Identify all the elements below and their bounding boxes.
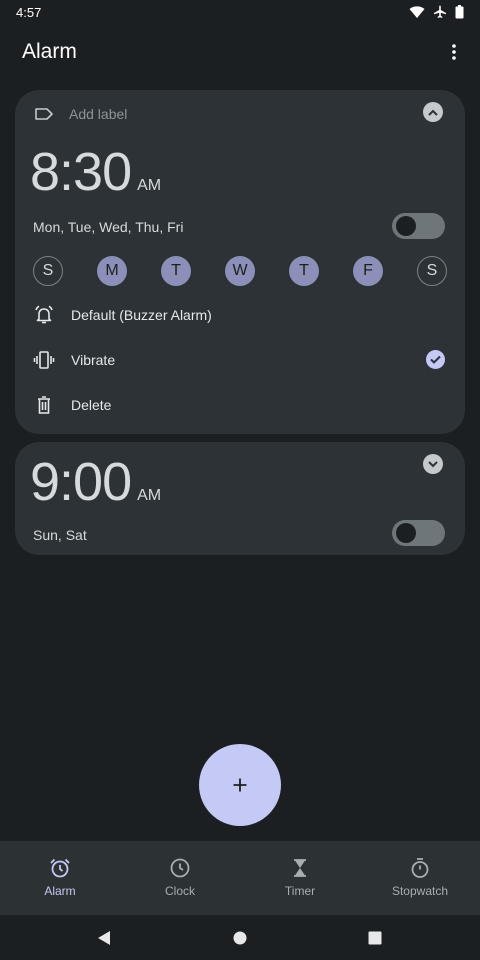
nav-item-timer[interactable]: Timer <box>240 841 360 915</box>
alarm-time-value: 8:30 <box>30 142 132 202</box>
nav-item-clock[interactable]: Clock <box>120 841 240 915</box>
alarm-time[interactable]: 9:00 AM <box>30 452 161 512</box>
alarm-toggle[interactable] <box>392 520 445 546</box>
repeat-days-summary: Sun, Sat <box>33 527 87 543</box>
home-icon[interactable] <box>233 930 247 946</box>
alarm-ampm: AM <box>137 487 162 504</box>
day-chip-monday[interactable]: M <box>97 256 127 286</box>
app-bar: Alarm <box>0 30 480 74</box>
status-time: 4:57 <box>16 4 42 20</box>
hourglass-icon <box>294 859 306 877</box>
add-label-button[interactable]: Add label <box>35 102 127 126</box>
alarm-time[interactable]: 8:30 AM <box>30 142 161 202</box>
day-chip-saturday[interactable]: S <box>417 256 447 286</box>
collapse-button[interactable] <box>423 102 443 122</box>
back-icon[interactable] <box>97 930 111 946</box>
status-icons <box>409 5 464 19</box>
more-vert-icon <box>452 44 456 60</box>
alarm-card[interactable]: Add label 8:30 AM Mon, Tue, Wed, Thu, Fr… <box>15 90 465 434</box>
alarm-card[interactable]: 9:00 AM Sun, Sat <box>15 442 465 555</box>
delete-label: Delete <box>71 397 112 413</box>
ringtone-label: Default (Buzzer Alarm) <box>71 307 212 323</box>
nav-label: Timer <box>284 884 316 898</box>
bell-icon <box>35 305 53 324</box>
plus-icon <box>233 778 247 792</box>
battery-icon <box>455 5 464 19</box>
day-chip-tuesday[interactable]: T <box>161 256 191 286</box>
check-icon <box>430 355 441 364</box>
system-navigation-bar <box>0 915 480 960</box>
chevron-down-icon <box>428 460 438 467</box>
alarm-time-value: 9:00 <box>30 452 132 512</box>
toggle-knob <box>396 523 416 543</box>
chevron-up-icon <box>428 109 438 116</box>
add-alarm-button[interactable] <box>199 744 281 826</box>
day-chip-thursday[interactable]: T <box>289 256 319 286</box>
vibrate-checkbox[interactable] <box>426 350 445 369</box>
vibrate-option[interactable]: Vibrate <box>33 348 115 372</box>
day-chip-friday[interactable]: F <box>353 256 383 286</box>
clock-icon <box>170 858 190 878</box>
airplane-icon <box>434 5 446 18</box>
status-bar: 4:57 <box>0 0 480 24</box>
ringtone-option[interactable]: Default (Buzzer Alarm) <box>33 303 212 327</box>
nav-label: Stopwatch <box>391 884 449 898</box>
bottom-navigation: Alarm Clock Timer Stopwatch <box>0 841 480 915</box>
wifi-icon <box>409 6 425 18</box>
nav-item-stopwatch[interactable]: Stopwatch <box>360 841 480 915</box>
day-chip-wednesday[interactable]: W <box>225 256 255 286</box>
label-icon <box>35 108 53 120</box>
label-placeholder: Add label <box>69 106 128 122</box>
nav-label: Alarm <box>44 884 76 898</box>
nav-item-alarm[interactable]: Alarm <box>0 841 120 915</box>
alarm-ampm: AM <box>137 177 162 194</box>
day-chip-sunday[interactable]: S <box>33 256 63 286</box>
page-title: Alarm <box>22 40 77 63</box>
vibrate-icon <box>33 351 55 369</box>
trash-icon <box>38 396 50 414</box>
expand-button[interactable] <box>423 454 443 474</box>
nav-label: Clock <box>164 884 195 898</box>
overflow-menu-button[interactable] <box>442 36 466 68</box>
alarm-toggle[interactable] <box>392 213 445 239</box>
toggle-knob <box>396 216 416 236</box>
delete-option[interactable]: Delete <box>33 393 111 417</box>
vibrate-label: Vibrate <box>71 352 116 368</box>
alarm-icon <box>50 858 70 878</box>
repeat-days-summary: Mon, Tue, Wed, Thu, Fri <box>33 219 184 235</box>
recents-icon[interactable] <box>368 930 382 946</box>
stopwatch-icon <box>411 858 429 878</box>
day-selector: S M T W T F S <box>33 256 447 286</box>
